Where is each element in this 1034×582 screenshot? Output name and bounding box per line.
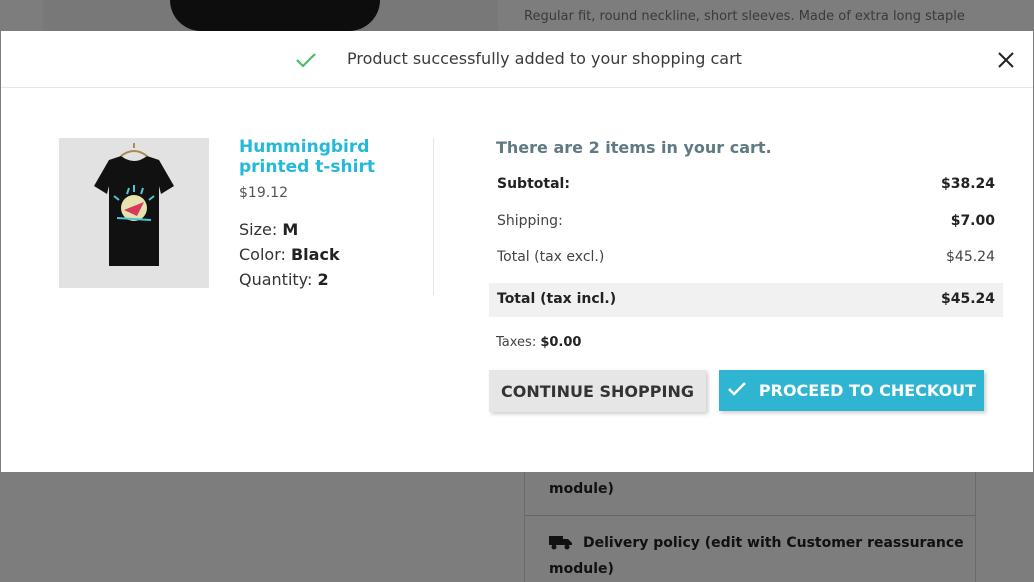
product-price: $19.12 xyxy=(239,185,288,201)
product-color: Color: Black xyxy=(239,245,340,264)
quantity-label: Quantity: xyxy=(239,270,313,289)
total-incl-value: $45.24 xyxy=(940,291,995,307)
check-icon xyxy=(727,381,747,401)
reassurance-divider xyxy=(525,515,975,516)
total-excl-label: Total (tax excl.) xyxy=(497,249,605,265)
color-value: Black xyxy=(290,245,340,264)
add-to-cart-modal: Product successfully added to your shopp… xyxy=(1,31,1033,472)
size-label: Size: xyxy=(239,220,278,239)
subtotal-row: Subtotal: $38.24 xyxy=(489,168,1003,202)
total-incl-row: Total (tax incl.) $45.24 xyxy=(489,283,1003,317)
taxes-label: Taxes: xyxy=(496,335,537,350)
reassurance-item-1: module) xyxy=(549,481,614,497)
taxes-line: Taxes: $0.00 xyxy=(496,335,581,350)
size-value: M xyxy=(282,220,299,239)
proceed-to-checkout-label: PROCEED TO CHECKOUT xyxy=(758,381,977,400)
truck-icon xyxy=(549,534,573,558)
modal-header: Product successfully added to your shopp… xyxy=(1,31,1033,88)
tshirt-image xyxy=(94,143,174,266)
modal-title: Product successfully added to your shopp… xyxy=(347,49,742,68)
check-icon xyxy=(295,51,317,73)
taxes-value: $0.00 xyxy=(540,335,582,350)
product-size: Size: M xyxy=(239,220,298,239)
subtotal-label: Subtotal: xyxy=(497,176,570,192)
vertical-divider xyxy=(433,138,434,295)
color-label: Color: xyxy=(239,245,286,264)
total-excl-value: $45.24 xyxy=(946,249,995,265)
shipping-value: $7.00 xyxy=(950,213,995,229)
shipping-row: Shipping: $7.00 xyxy=(489,205,1003,239)
product-shirt-image xyxy=(170,0,380,31)
close-icon[interactable] xyxy=(996,50,1016,74)
total-excl-row: Total (tax excl.) $45.24 xyxy=(489,241,1003,275)
product-quantity: Quantity: 2 xyxy=(239,270,329,289)
proceed-to-checkout-button[interactable]: PROCEED TO CHECKOUT xyxy=(719,370,984,411)
quantity-value: 2 xyxy=(317,270,329,289)
product-name[interactable]: Hummingbird printed t-shirt xyxy=(239,137,409,177)
continue-shopping-label: CONTINUE SHOPPING xyxy=(501,381,694,401)
reassurance-item-2: Delivery policy (edit with Customer reas… xyxy=(549,532,964,581)
reassurance-block: module) Delivery policy (edit with Custo… xyxy=(524,472,976,582)
shipping-label: Shipping: xyxy=(497,213,563,229)
cart-item-count: There are 2 items in your cart. xyxy=(496,138,772,157)
product-image xyxy=(59,138,209,288)
reassurance-item-2-line1: Delivery policy (edit with Customer reas… xyxy=(583,535,964,551)
product-description: Regular fit, round neckline, short sleev… xyxy=(524,9,965,24)
subtotal-value: $38.24 xyxy=(940,176,995,192)
total-incl-label: Total (tax incl.) xyxy=(497,291,617,307)
continue-shopping-button[interactable]: CONTINUE SHOPPING xyxy=(489,370,706,412)
